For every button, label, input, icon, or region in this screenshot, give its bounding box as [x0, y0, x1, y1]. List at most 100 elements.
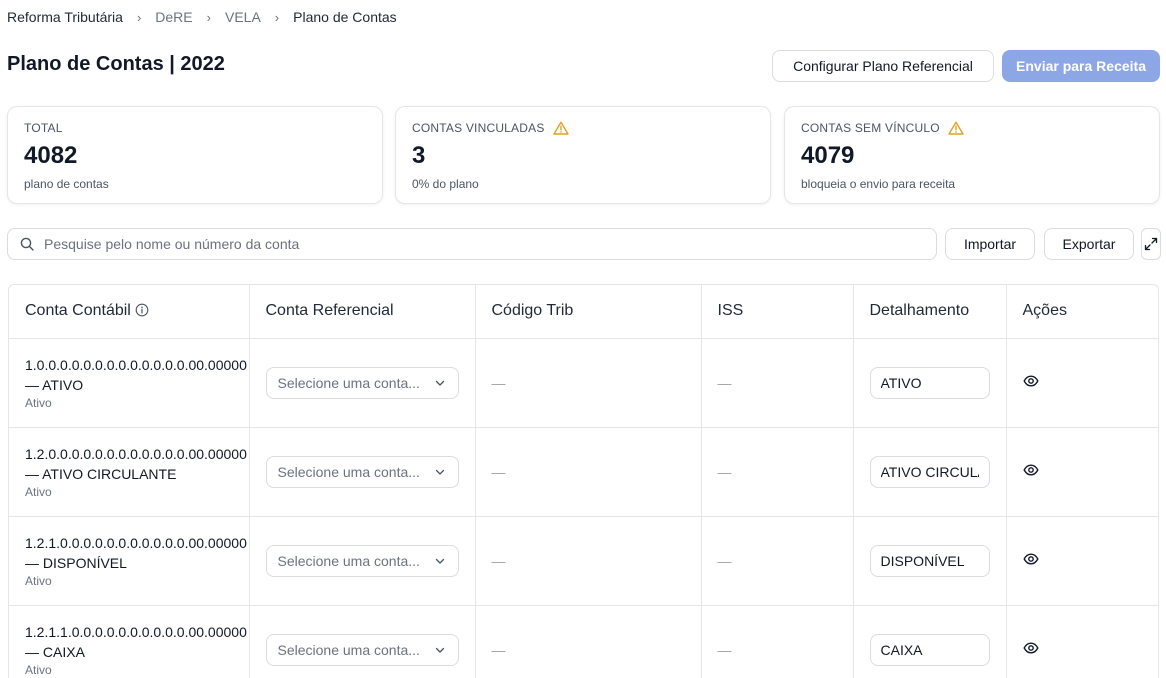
warning-icon — [948, 121, 964, 135]
card-label: CONTAS VINCULADAS — [412, 121, 754, 135]
table-row: 1.2.1.0.0.0.0.0.0.0.0.0.0.0.00.00000 — D… — [9, 516, 1158, 606]
cell-acoes — [1006, 427, 1158, 517]
card-label-text: TOTAL — [24, 121, 63, 135]
account-code: 1.2.0.0.0.0.0.0.0.0.0.0.0.0.00.00000 — [25, 445, 247, 462]
card-label: CONTAS SEM VÍNCULO — [801, 121, 1143, 135]
page-title: Plano de Contas | 2022 — [7, 53, 225, 75]
breadcrumb-separator-icon: › — [274, 9, 280, 25]
breadcrumb-item-dere[interactable]: DeRE — [155, 9, 192, 25]
empty-value: — — [717, 374, 732, 391]
column-header-label: Conta Contábil — [25, 302, 131, 320]
account-code: 1.2.1.1.0.0.0.0.0.0.0.0.0.0.00.00000 — [25, 623, 247, 640]
send-to-receita-button[interactable]: Enviar para Receita — [1002, 50, 1160, 82]
cell-iss: — — [701, 427, 854, 517]
cell-iss: — — [701, 516, 854, 606]
column-header-detalhamento[interactable]: Detalhamento — [853, 285, 1007, 339]
info-icon[interactable] — [135, 303, 149, 317]
cell-acoes — [1006, 338, 1158, 428]
detail-input[interactable] — [869, 544, 990, 577]
column-header-conta-referencial[interactable]: Conta Referencial — [249, 285, 476, 339]
breadcrumb-item-current: Plano de Contas — [293, 9, 397, 25]
cell-codigo-trib: — — [475, 605, 702, 678]
account-name: — ATIVO CIRCULANTE — [25, 465, 177, 482]
reference-account-select[interactable]: Selecione uma conta... — [265, 544, 459, 577]
card-label-text: CONTAS SEM VÍNCULO — [801, 121, 940, 135]
reference-account-select[interactable]: Selecione uma conta... — [265, 366, 459, 399]
account-type: Ativo — [25, 662, 52, 677]
table-row: 1.2.0.0.0.0.0.0.0.0.0.0.0.0.00.00000 — A… — [9, 427, 1158, 517]
cell-acoes — [1006, 605, 1158, 678]
search-icon — [20, 237, 34, 251]
empty-value: — — [717, 463, 732, 480]
chevron-down-icon — [435, 558, 444, 564]
chevron-down-icon — [435, 647, 444, 653]
column-header-iss[interactable]: ISS — [701, 285, 854, 339]
cell-detalhamento — [853, 427, 1007, 517]
account-type: Ativo — [25, 395, 52, 410]
reference-account-select[interactable]: Selecione uma conta... — [265, 633, 459, 666]
select-placeholder: Selecione uma conta... — [277, 552, 420, 569]
summary-card-unlinked: CONTAS SEM VÍNCULO 4079 bloqueia o envio… — [784, 106, 1160, 204]
column-header-codigo-trib[interactable]: Código Trib — [475, 285, 702, 339]
account-type: Ativo — [25, 484, 52, 499]
card-subtitle: bloqueia o envio para receita — [801, 177, 956, 191]
account-type: Ativo — [25, 573, 52, 588]
card-label: TOTAL — [24, 121, 366, 135]
cell-conta-referencial: Selecione uma conta... — [249, 427, 476, 517]
account-name: — ATIVO — [25, 376, 84, 393]
cell-iss: — — [701, 605, 854, 678]
card-value: 4079 — [801, 142, 855, 169]
empty-value: — — [491, 374, 506, 391]
table-header-row: Conta Contábil Conta Referencial Código … — [9, 285, 1158, 339]
cell-detalhamento — [853, 516, 1007, 606]
account-code: 1.0.0.0.0.0.0.0.0.0.0.0.0.0.00.00000 — [25, 356, 247, 373]
cell-codigo-trib: — — [475, 338, 702, 428]
accounts-table: Conta Contábil Conta Referencial Código … — [8, 284, 1159, 678]
breadcrumb-item-reforma[interactable]: Reforma Tributária — [7, 9, 123, 25]
empty-value: — — [717, 552, 732, 569]
account-name: — DISPONÍVEL — [25, 554, 127, 571]
cell-detalhamento — [853, 338, 1007, 428]
breadcrumb: Reforma Tributária › DeRE › VELA › Plano… — [7, 7, 397, 27]
chevron-down-icon — [435, 469, 444, 475]
card-label-text: CONTAS VINCULADAS — [412, 121, 545, 135]
detail-input[interactable] — [869, 633, 990, 666]
reference-account-select[interactable]: Selecione uma conta... — [265, 455, 459, 488]
summary-card-total: TOTAL 4082 plano de contas — [7, 106, 383, 204]
cell-conta-contabil: 1.0.0.0.0.0.0.0.0.0.0.0.0.0.00.00000 — A… — [9, 338, 250, 428]
empty-value: — — [717, 641, 732, 658]
cell-conta-referencial: Selecione uma conta... — [249, 605, 476, 678]
cell-detalhamento — [853, 605, 1007, 678]
eye-icon[interactable] — [1023, 551, 1039, 567]
cell-codigo-trib: — — [475, 516, 702, 606]
select-placeholder: Selecione uma conta... — [277, 463, 420, 480]
card-value: 4082 — [24, 142, 78, 169]
table-row: 1.0.0.0.0.0.0.0.0.0.0.0.0.0.00.00000 — A… — [9, 338, 1158, 428]
account-name: — CAIXA — [25, 643, 85, 660]
cell-codigo-trib: — — [475, 427, 702, 517]
cell-conta-referencial: Selecione uma conta... — [249, 338, 476, 428]
cell-iss: — — [701, 338, 854, 428]
breadcrumb-separator-icon: › — [136, 9, 142, 25]
breadcrumb-item-vela[interactable]: VELA — [225, 9, 261, 25]
cell-conta-referencial: Selecione uma conta... — [249, 516, 476, 606]
column-header-conta-contabil[interactable]: Conta Contábil — [9, 285, 250, 339]
export-button[interactable]: Exportar — [1044, 228, 1134, 260]
detail-input[interactable] — [869, 455, 990, 488]
empty-value: — — [491, 641, 506, 658]
import-button[interactable]: Importar — [945, 228, 1035, 260]
cell-conta-contabil: 1.2.1.1.0.0.0.0.0.0.0.0.0.0.00.00000 — C… — [9, 605, 250, 678]
account-code: 1.2.1.0.0.0.0.0.0.0.0.0.0.0.00.00000 — [25, 534, 247, 551]
eye-icon[interactable] — [1023, 373, 1039, 389]
expand-button[interactable] — [1141, 228, 1161, 260]
card-subtitle: 0% do plano — [412, 177, 479, 191]
table-row: 1.2.1.1.0.0.0.0.0.0.0.0.0.0.00.00000 — C… — [9, 605, 1158, 678]
search-input[interactable] — [44, 236, 904, 252]
chevron-down-icon — [435, 380, 444, 386]
column-header-acoes: Ações — [1006, 285, 1158, 339]
cell-acoes — [1006, 516, 1158, 606]
eye-icon[interactable] — [1023, 462, 1039, 478]
detail-input[interactable] — [869, 366, 990, 399]
configure-plan-button[interactable]: Configurar Plano Referencial — [772, 50, 994, 82]
eye-icon[interactable] — [1023, 640, 1039, 656]
